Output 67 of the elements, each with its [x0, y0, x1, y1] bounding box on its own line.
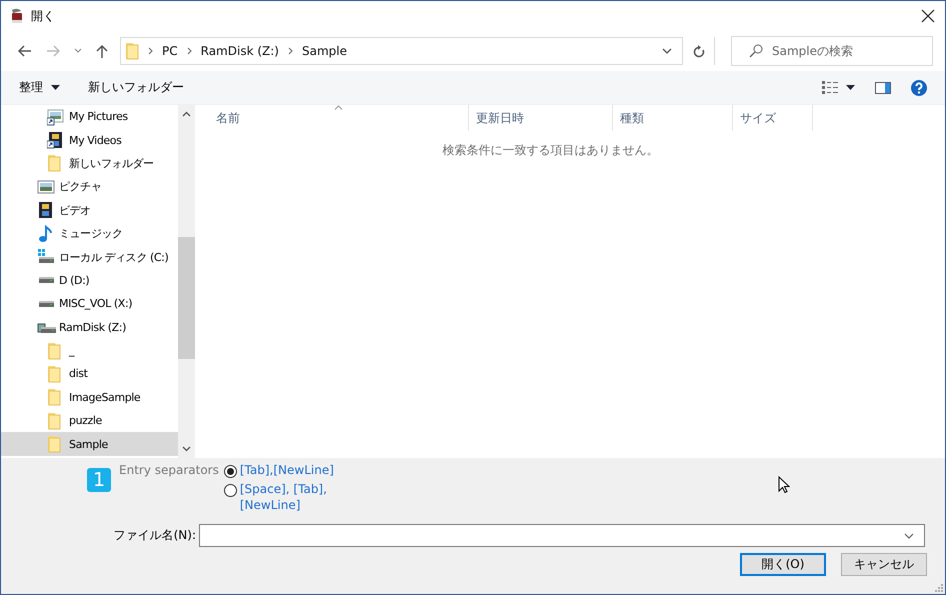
preview-pane-icon: [875, 82, 891, 94]
chevron-icon: [288, 47, 293, 55]
book-icon: [9, 8, 25, 24]
tree-item[interactable]: _: [1, 338, 178, 362]
pointer-cursor-icon: [778, 476, 790, 494]
radio-button[interactable]: [224, 484, 237, 497]
tree-item[interactable]: D (D:): [1, 268, 178, 292]
number-badge: 1: [87, 468, 111, 492]
open-button[interactable]: 開く(O): [740, 553, 826, 576]
forward-arrow-icon: [46, 45, 60, 57]
column-header[interactable]: 更新日時: [469, 105, 613, 131]
breadcrumb[interactable]: RamDisk (Z:): [200, 44, 279, 58]
scroll-up-icon: [182, 111, 191, 117]
resize-grip-icon: [934, 583, 943, 592]
help-icon: [911, 80, 927, 96]
window-title: 開く: [31, 8, 55, 24]
folder-icon: [125, 42, 139, 60]
tree-item[interactable]: My Videos: [1, 128, 178, 152]
option-label: Entry separators: [119, 463, 219, 477]
chevron-icon: [186, 47, 192, 55]
drive-icon: [39, 300, 54, 307]
caret-icon: [74, 48, 82, 54]
tree-item[interactable]: ImageSample: [1, 386, 178, 410]
column-header[interactable]: 名前: [196, 105, 469, 131]
close-icon: [921, 9, 935, 23]
scrollbar-thumb[interactable]: [178, 237, 195, 359]
scroll-down-icon: [182, 446, 191, 452]
refresh-icon: [692, 44, 704, 58]
dropdown-icon: [662, 48, 672, 54]
tree-item[interactable]: 新しいフォルダー: [1, 152, 178, 176]
tree-item[interactable]: RamDisk (Z:): [1, 316, 178, 339]
drive-icon: [39, 277, 54, 284]
tree-item[interactable]: ミュージック: [1, 222, 178, 246]
radio-label[interactable]: [Tab],[NewLine]: [240, 462, 340, 478]
organize-menu-button[interactable]: 整理: [9, 75, 70, 100]
field-label: ファイル名(N):: [112, 527, 197, 544]
caret-icon: [51, 85, 60, 90]
new-folder-button[interactable]: 新しいフォルダー: [78, 75, 194, 100]
empty-message: 検索条件に一致する項目はありません。: [442, 142, 660, 159]
cancel-button[interactable]: キャンセル: [841, 553, 927, 576]
tree-item[interactable]: ピクチャ: [1, 175, 178, 199]
column-header[interactable]: サイズ: [733, 105, 813, 131]
scrollbar[interactable]: [178, 105, 195, 458]
caret-icon: [846, 85, 855, 90]
up-arrow-icon: [96, 44, 108, 58]
tree-item[interactable]: dist: [1, 362, 178, 386]
file-name-field[interactable]: [199, 524, 925, 547]
tree-item[interactable]: My Pictures: [1, 105, 178, 128]
tree-item[interactable]: ローカル ディスク (C:): [1, 245, 178, 269]
search-field[interactable]: Sampleの検索: [731, 36, 933, 66]
radio-label[interactable]: [Space], [Tab],[NewLine]: [240, 481, 340, 513]
tree-item[interactable]: MISC_VOL (X:): [1, 292, 178, 316]
search-icon: [749, 44, 763, 58]
breadcrumb[interactable]: PC: [162, 44, 178, 58]
radio-button[interactable]: [224, 465, 237, 478]
column-header[interactable]: 種類: [613, 105, 733, 131]
chevron-icon: [148, 47, 153, 55]
breadcrumb[interactable]: Sample: [302, 44, 347, 58]
details-view-icon: [822, 81, 838, 94]
tree-item[interactable]: Sample: [1, 432, 178, 456]
back-arrow-icon: [18, 45, 32, 57]
picture-icon: [37, 178, 57, 196]
tree-item[interactable]: puzzle: [1, 409, 178, 432]
address-bar[interactable]: PC RamDisk (Z:) Sample: [120, 37, 715, 65]
tree-item[interactable]: ビデオ: [1, 198, 178, 222]
sort-caret-icon: [334, 105, 343, 110]
dropdown-icon: [904, 532, 914, 538]
